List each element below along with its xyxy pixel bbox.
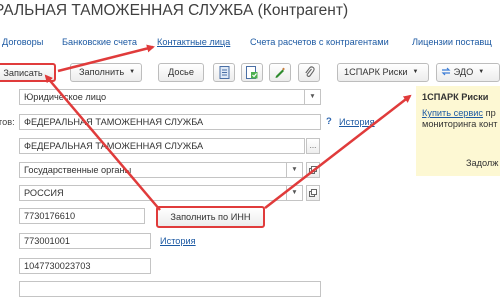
full-name-field[interactable]: ФЕДЕРАЛЬНАЯ ТАМОЖЕННАЯ СЛУЖБА bbox=[19, 138, 305, 154]
ogrn-field[interactable]: 1047730023703 bbox=[19, 258, 151, 274]
group-field[interactable]: Государственные органы bbox=[19, 162, 287, 178]
country-open-button[interactable] bbox=[306, 185, 320, 201]
nav-link-contact-persons[interactable]: Контактные лица bbox=[157, 37, 230, 47]
country-field[interactable]: РОССИЯ bbox=[19, 185, 287, 201]
full-name-select-button[interactable]: ... bbox=[306, 138, 320, 154]
spark-panel-text: Купить сервис пр мониторинга конт bbox=[422, 108, 498, 130]
save-button[interactable]: Записать bbox=[0, 63, 56, 82]
legal-type-dropdown-icon[interactable]: ▼ bbox=[305, 89, 321, 105]
chevron-down-icon: ▼ bbox=[129, 69, 136, 76]
spark-panel-title: 1СПАРК Риски bbox=[422, 92, 489, 102]
history-link[interactable]: История bbox=[160, 236, 196, 246]
document-icon bbox=[219, 66, 229, 79]
spark-panel-text-line2: мониторинга конт bbox=[422, 119, 498, 129]
nav-link-settlement-accounts[interactable]: Счета расчетов с контрагентами bbox=[250, 37, 389, 47]
buy-service-link[interactable]: Купить сервис bbox=[422, 108, 483, 118]
spark-panel-text-tail: пр bbox=[485, 108, 496, 118]
document-icon-button[interactable] bbox=[213, 63, 235, 82]
fill-by-inn-button[interactable]: Заполнить по ИНН bbox=[156, 206, 265, 228]
open-window-icon bbox=[309, 189, 317, 197]
pencil-icon bbox=[275, 67, 285, 78]
open-window-icon bbox=[309, 166, 317, 174]
kpp-field[interactable]: 773001001 bbox=[19, 233, 151, 249]
spark-risks-panel: 1СПАРК Риски Купить сервис пр мониторинг… bbox=[416, 86, 500, 176]
country-dropdown-icon[interactable]: ▼ bbox=[287, 185, 303, 201]
nav-link-licenses[interactable]: Лицензии поставщ bbox=[412, 37, 492, 47]
paperclip-icon bbox=[304, 66, 315, 77]
help-icon[interactable]: ? bbox=[326, 116, 332, 127]
spark-risks-dropdown-button[interactable]: 1СПАРК Риски ▼ bbox=[337, 63, 429, 82]
short-name-field[interactable]: ФЕДЕРАЛЬНАЯ ТАМОЖЕННАЯ СЛУЖБА bbox=[19, 114, 321, 130]
spark-risks-label: 1СПАРК Риски bbox=[344, 67, 408, 77]
group-dropdown-icon[interactable]: ▼ bbox=[287, 162, 303, 178]
fill-button-label: Заполнить bbox=[79, 67, 125, 77]
attachment-icon-button[interactable] bbox=[298, 63, 320, 82]
exchange-arrows-icon bbox=[441, 67, 451, 76]
legal-type-field[interactable]: Юридическое лицо bbox=[19, 89, 305, 105]
inn-field[interactable]: 7730176610 bbox=[19, 208, 145, 224]
nav-link-contracts[interactable]: Договоры bbox=[2, 37, 43, 47]
window-title: РАЛЬНАЯ ТАМОЖЕННАЯ СЛУЖБА (Контрагент) bbox=[0, 2, 349, 19]
fill-dropdown-button[interactable]: Заполнить ▼ bbox=[70, 63, 142, 82]
dossier-button[interactable]: Досье bbox=[158, 63, 204, 82]
spark-panel-footer: Задолж bbox=[466, 158, 499, 168]
edo-dropdown-button[interactable]: ЭДО ▼ bbox=[436, 63, 500, 82]
name-label: тов: bbox=[0, 117, 15, 127]
chevron-down-icon: ▼ bbox=[478, 69, 485, 76]
report-icon bbox=[246, 66, 258, 79]
edo-label: ЭДО bbox=[453, 67, 474, 77]
nav-link-bank-accounts[interactable]: Банковские счета bbox=[62, 37, 137, 47]
edit-icon-button[interactable] bbox=[269, 63, 291, 82]
chevron-down-icon: ▼ bbox=[412, 69, 419, 76]
history-link[interactable]: История bbox=[339, 117, 375, 127]
additional-field[interactable] bbox=[19, 281, 321, 297]
report-icon-button[interactable] bbox=[241, 63, 263, 82]
group-open-button[interactable] bbox=[306, 162, 320, 178]
